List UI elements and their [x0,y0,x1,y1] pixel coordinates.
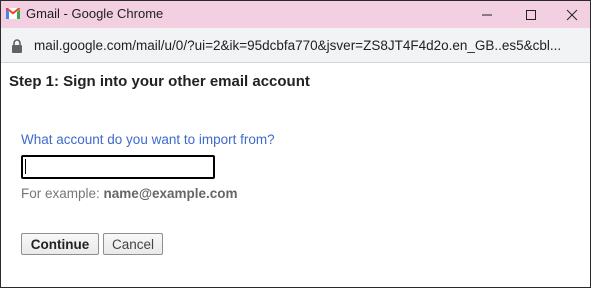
url-text[interactable]: mail.google.com/mail/u/0/?ui=2&ik=95dcbf… [34,38,586,53]
continue-button[interactable]: Continue [21,233,99,255]
page-title: Step 1: Sign into your other email accou… [9,73,310,90]
chrome-popup-window: Gmail - Google Chrome mail.google.com/ma… [0,0,591,288]
window-title: Gmail - Google Chrome [26,6,164,21]
example-prefix: For example: [21,186,100,201]
minimize-icon [482,14,492,15]
close-icon [566,9,577,20]
maximize-icon [526,9,536,20]
account-question-label: What account do you want to import from? [21,132,275,147]
maximize-button[interactable] [509,1,553,28]
import-mail-dialog: Step 1: Sign into your other email accou… [1,63,590,287]
lock-icon[interactable] [11,39,23,53]
close-button[interactable] [553,1,590,28]
title-bar[interactable]: Gmail - Google Chrome [1,1,590,28]
text-caret [25,159,26,174]
address-bar[interactable]: mail.google.com/mail/u/0/?ui=2&ik=95dcbf… [1,28,590,63]
gmail-logo-icon [6,8,20,19]
example-hint: For example: name@example.com [21,186,238,201]
minimize-button[interactable] [465,1,509,28]
email-account-input[interactable] [21,155,215,179]
example-email: name@example.com [103,186,238,201]
cancel-button[interactable]: Cancel [103,233,163,255]
